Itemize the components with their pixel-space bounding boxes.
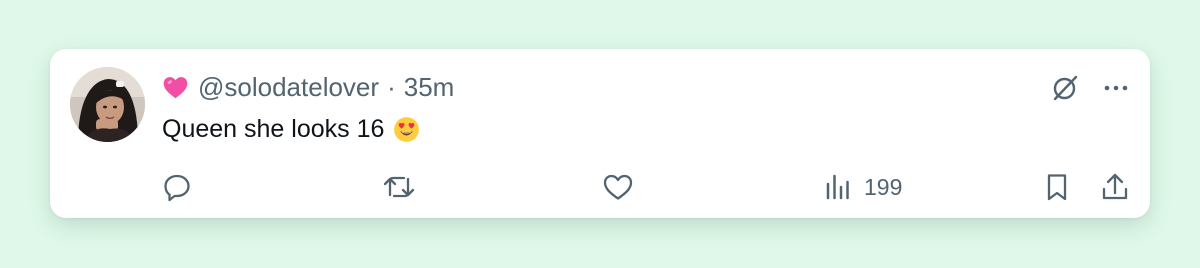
bookmark-icon [1047, 174, 1067, 201]
reply-button[interactable] [161, 169, 203, 205]
repost-icon [383, 176, 415, 198]
views-button[interactable]: 199 [822, 169, 902, 205]
heart-eyes-emoji-icon [394, 116, 420, 142]
share-button[interactable] [1099, 169, 1131, 205]
like-button[interactable] [601, 169, 645, 205]
tweet-body: Queen she looks 16 [162, 111, 420, 147]
author-handle[interactable]: @solodatelover [198, 72, 379, 103]
views-icon [826, 174, 849, 200]
avatar[interactable] [70, 67, 145, 142]
grok-icon [1053, 75, 1078, 101]
tweet-header: @solodatelover · 35m [162, 69, 454, 105]
more-icon [1104, 85, 1128, 91]
reply-icon [164, 174, 190, 202]
bookmark-button[interactable] [1041, 169, 1073, 205]
views-count: 199 [864, 173, 903, 200]
repost-button[interactable] [381, 169, 427, 205]
tweet-card[interactable]: @solodatelover · 35m Queen she looks 16 [50, 49, 1150, 218]
grok-button[interactable] [1048, 71, 1082, 105]
separator-dot: · [387, 71, 396, 102]
tweet-text: Queen she looks 16 [162, 114, 385, 143]
pink-heart-emoji-icon [163, 76, 188, 98]
timestamp[interactable]: 35m [404, 72, 455, 103]
more-options-button[interactable] [1099, 71, 1133, 105]
share-icon [1102, 173, 1128, 200]
heart-icon [603, 174, 633, 200]
